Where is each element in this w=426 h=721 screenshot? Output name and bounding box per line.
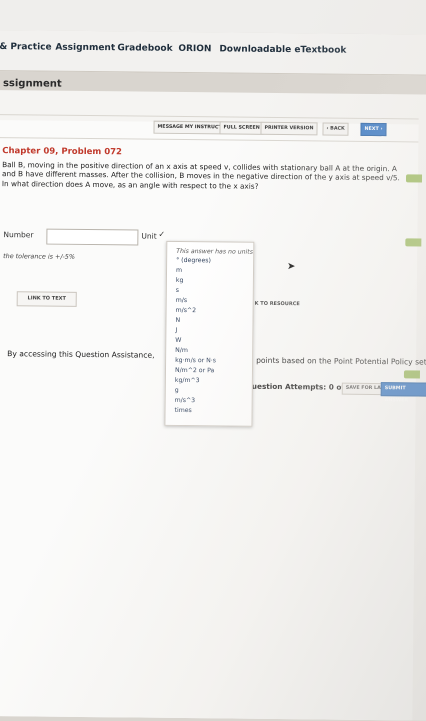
unit-option[interactable]: g — [175, 387, 179, 394]
assignment-page: & Practice Assignment Gradebook ORION Do… — [0, 0, 426, 721]
next-button[interactable]: NEXT › — [360, 122, 387, 137]
tab-orion[interactable]: ORION — [178, 44, 211, 54]
unit-option[interactable]: m/s^3 — [175, 397, 196, 404]
problem-text: Ball B, moving in the positive direction… — [1, 160, 400, 191]
unit-option[interactable]: m/s^2 — [176, 307, 197, 314]
unit-option[interactable]: kg·m/s or N·s — [175, 357, 216, 364]
unit-option[interactable]: J — [175, 327, 177, 334]
link-to-text-button[interactable]: LINK TO TEXT — [16, 291, 77, 307]
chapter-heading: Chapter 09, Problem 072 — [2, 146, 123, 158]
mouse-cursor-icon: ➤ — [287, 261, 296, 273]
submit-answer-button[interactable]: SUBMIT ANSWER — [380, 382, 426, 403]
back-button[interactable]: ‹ BACK — [322, 122, 349, 136]
unit-option[interactable]: kg — [176, 277, 184, 284]
side-panel-tab[interactable] — [403, 370, 420, 379]
unit-label: Unit — [141, 231, 157, 241]
page-title: ssignment — [2, 78, 62, 90]
unit-option[interactable]: This answer has no units — [176, 248, 253, 256]
unit-option[interactable]: m — [176, 267, 182, 274]
unit-option[interactable]: s — [176, 287, 179, 294]
tolerance-text: the tolerance is +/-5% — [3, 252, 76, 261]
unit-option[interactable]: N/m^2 or Pa — [175, 367, 214, 374]
unit-option[interactable]: N/m — [175, 347, 188, 354]
link-to-resource-button[interactable]: K TO RESOURCE — [255, 301, 300, 307]
side-panel-tab[interactable] — [405, 174, 423, 183]
tab-assignment[interactable]: Assignment — [55, 43, 115, 54]
unit-option[interactable]: m/s — [176, 297, 187, 304]
unit-option[interactable]: kg/m^3 — [175, 377, 200, 384]
tab-gradebook[interactable]: Gradebook — [117, 43, 172, 54]
number-input[interactable] — [46, 228, 139, 246]
unit-option[interactable]: ° (degrees) — [176, 257, 211, 264]
unit-dropdown-menu[interactable]: This answer has no units ° (degrees) m k… — [164, 240, 255, 427]
tab-practice[interactable]: & Practice — [0, 42, 52, 53]
unit-option[interactable]: N — [175, 317, 180, 324]
printer-version-button[interactable]: PRINTER VERSION — [260, 121, 318, 136]
browser-top-area — [0, 0, 426, 35]
full-screen-button[interactable]: FULL SCREEN — [219, 121, 264, 135]
number-label: Number — [3, 230, 34, 240]
unit-dropdown-check-icon: ✓ — [158, 229, 166, 239]
main-nav — [0, 29, 426, 76]
unit-option[interactable]: W — [175, 337, 181, 344]
tab-etextbook[interactable]: Downloadable eTextbook — [219, 44, 346, 55]
question-assistance-notice: By accessing this Question Assistance, — [7, 349, 155, 360]
unit-option[interactable]: times — [175, 407, 192, 414]
side-panel-tab[interactable] — [405, 238, 422, 247]
